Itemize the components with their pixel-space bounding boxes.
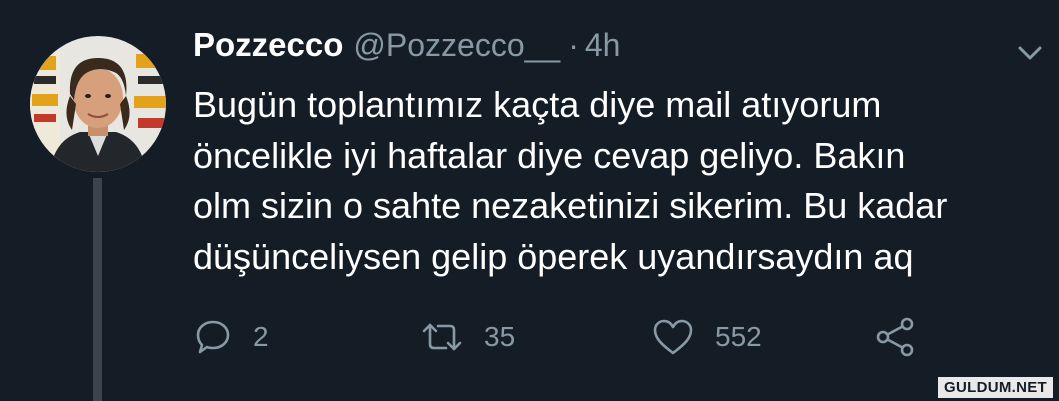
retweet-count: 35	[484, 321, 516, 352]
share-button[interactable]	[874, 314, 918, 360]
reply-icon	[196, 320, 230, 354]
like-count: 552	[715, 321, 762, 352]
avatar-image	[30, 36, 166, 172]
reply-button[interactable]: 2	[193, 314, 269, 360]
reply-count: 2	[253, 321, 269, 352]
header-separator: ·	[568, 27, 579, 63]
avatar[interactable]	[30, 36, 166, 172]
like-button[interactable]: 552	[651, 314, 762, 360]
retweet-icon	[422, 323, 462, 351]
tweet-text-line: öncelikle iyi haftalar diye cevap geliyo…	[193, 134, 906, 176]
watermark: GULDUM.NET	[938, 377, 1053, 398]
tweet-text: Bugün toplantımız kaçta diye mail atıyor…	[193, 80, 1043, 282]
tweet-text-line: Bugün toplantımız kaçta diye mail atıyor…	[193, 84, 882, 125]
tweet-timestamp[interactable]: 4h	[585, 27, 621, 64]
tweet-header: Pozzecco @Pozzecco__ · 4h	[193, 26, 620, 76]
tweet[interactable]: Pozzecco @Pozzecco__ · 4h Bugün toplantı…	[0, 0, 1059, 401]
tweet-menu-button[interactable]	[1012, 38, 1048, 68]
display-name[interactable]: Pozzecco	[193, 26, 343, 64]
share-icon	[876, 317, 914, 357]
tweet-text-line: düşünceliysen gelip öperek uyandırsaydın…	[193, 235, 914, 277]
retweet-button[interactable]: 35	[420, 314, 515, 360]
thread-line	[93, 178, 102, 401]
user-handle[interactable]: @Pozzecco__	[353, 27, 560, 64]
tweet-text-line: olm sizin o sahte nezaketinizi sikerim. …	[193, 185, 948, 227]
heart-icon	[653, 319, 693, 355]
chevron-down-icon	[1018, 46, 1042, 60]
